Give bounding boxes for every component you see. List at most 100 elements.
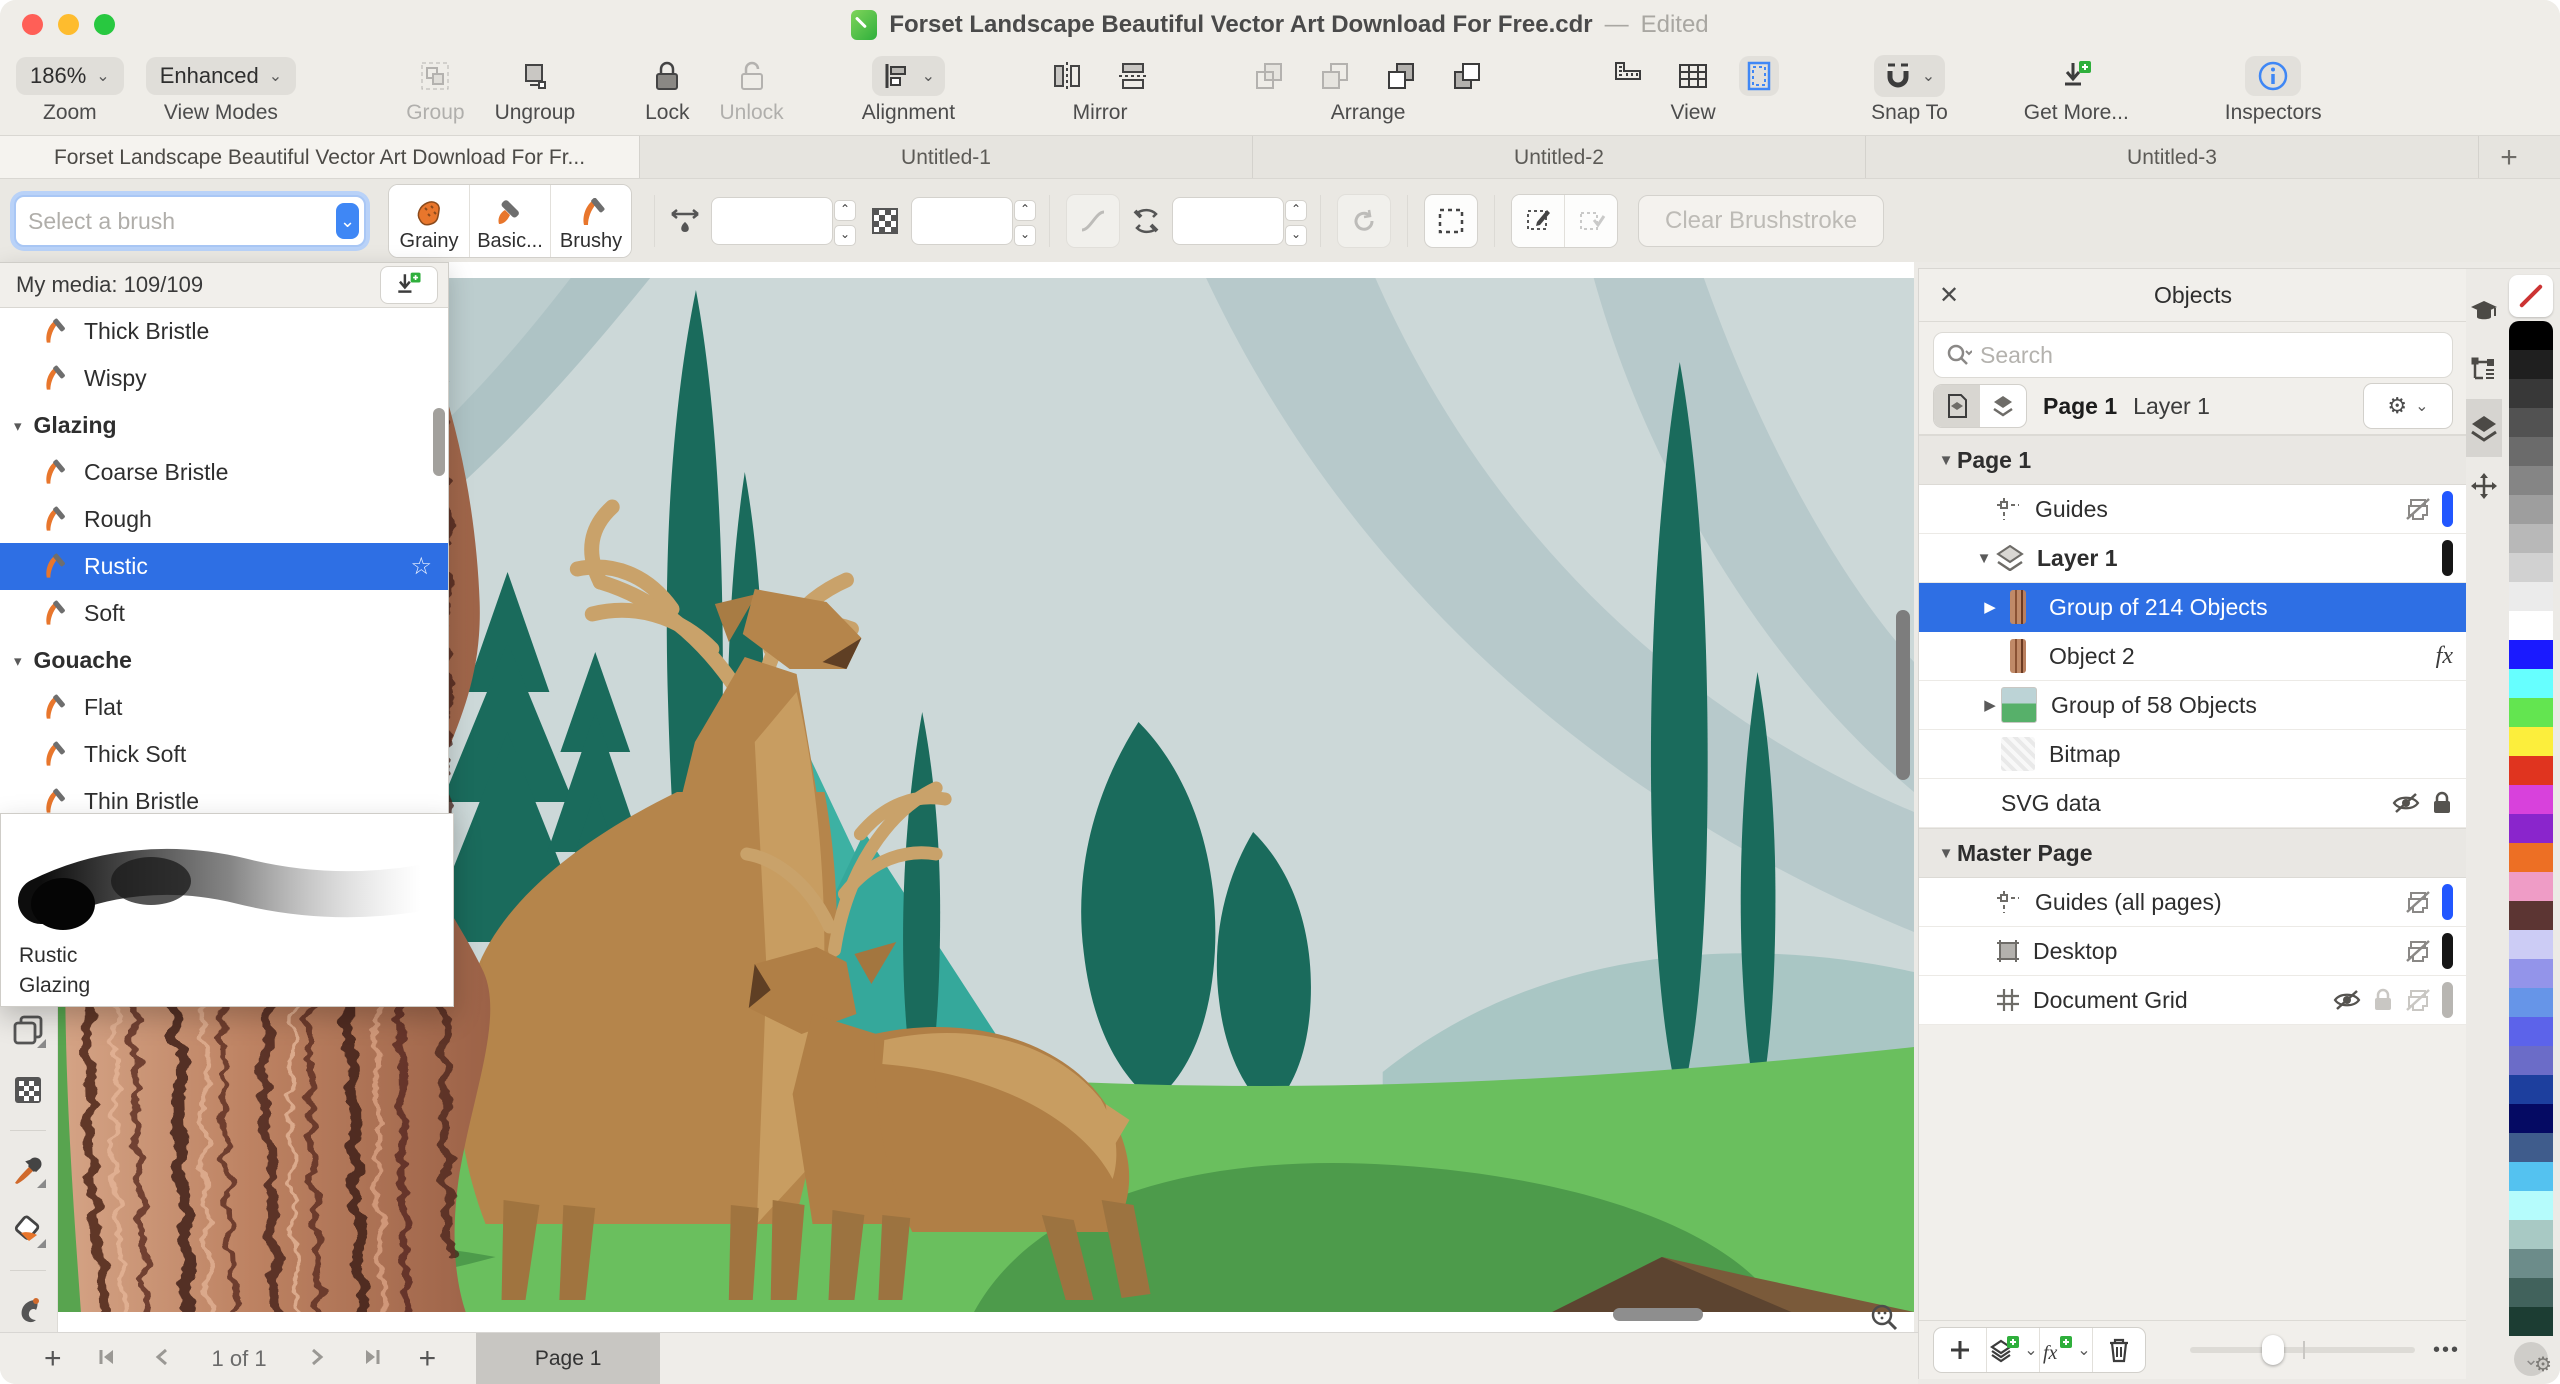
color-swatch-8a25cc[interactable] [2509,814,2553,843]
edit-brushstroke-button[interactable] [1512,195,1565,247]
brush-item-thick-soft[interactable]: Thick Soft [0,731,448,778]
color-swatch-383838[interactable] [2509,379,2553,408]
clear-brushstroke-button[interactable]: Clear Brushstroke [1638,195,1884,247]
layer-view-toggle[interactable] [1980,385,2026,427]
color-swatch-ed6f24[interactable] [2509,843,2553,872]
more-options-button[interactable]: ••• [2433,1339,2460,1362]
brush-section-gouache[interactable]: ▾Gouache [0,637,448,684]
step-down-button[interactable]: ⌄ [1285,225,1307,246]
color-swatch-1c3d33[interactable] [2509,1307,2553,1336]
color-swatch-63e550[interactable] [2509,698,2553,727]
learn-inspector-button[interactable] [2466,283,2502,341]
view-mode-dropdown[interactable]: Enhanced⌄ [146,57,297,95]
brush-item-rustic[interactable]: Rustic☆ [0,543,448,590]
layer-options-button[interactable]: ⚙⌄ [2363,383,2453,429]
tree-row-document-grid[interactable]: Document Grid [1919,976,2467,1025]
get-more-button[interactable] [2056,56,2096,96]
no-print-icon[interactable] [2404,938,2432,964]
color-swatch-525252[interactable] [2509,408,2553,437]
tree-row-desktop[interactable]: Desktop [1919,927,2467,976]
step-up-button[interactable]: ⌃ [1285,200,1307,221]
page-view-toggle[interactable] [1934,385,1980,427]
first-page-button[interactable] [96,1347,118,1372]
brush-item-coarse-bristle[interactable]: Coarse Bristle [0,449,448,496]
eyedropper-tool-button[interactable] [8,1150,48,1190]
palette-settings-gear-icon[interactable]: ⚙ [2534,1352,2552,1377]
tree-row-guides-all-pages[interactable]: Guides (all pages) [1919,878,2467,927]
search-input[interactable] [1978,341,2440,370]
no-print-icon[interactable] [2404,987,2432,1013]
disclosure-down-icon[interactable]: ▼ [1973,550,1995,567]
alignment-dropdown[interactable]: ⌄ [872,56,945,96]
color-swatch-5c3533[interactable] [2509,901,2553,930]
no-print-icon[interactable] [2404,496,2432,522]
color-swatch-ef9cc6[interactable] [2509,872,2553,901]
color-swatch-ccccf5[interactable] [2509,930,2553,959]
color-swatch-1a1aff[interactable] [2509,640,2553,669]
color-swatch-ebebeb[interactable] [2509,582,2553,611]
new-document-tab-button[interactable]: + [2479,136,2539,179]
slider-thumb[interactable] [2262,1335,2284,1365]
brush-select-combo[interactable]: ⌄ [14,195,366,247]
stroke-width-field[interactable]: ⌃⌄ [711,197,833,245]
objects-inspector-button[interactable] [2466,399,2502,457]
brush-item-thick-bristle[interactable]: Thick Bristle [0,308,448,355]
step-up-button[interactable]: ⌃ [834,200,856,221]
group-button[interactable] [415,56,455,96]
step-up-button[interactable]: ⌃ [1014,200,1036,221]
canvas-vertical-scrollbar[interactable] [1896,610,1910,780]
tree-row-svg-data[interactable]: SVG data [1919,779,2467,828]
delete-object-button[interactable] [2093,1328,2145,1372]
tree-header-page-1[interactable]: ▼Page 1 [1919,435,2467,485]
color-swatch-050a63[interactable] [2509,1104,2553,1133]
reset-rotation-button[interactable] [1337,194,1391,248]
color-swatch-e0341f[interactable] [2509,756,2553,785]
color-swatch-000000[interactable] [2509,321,2553,350]
step-down-button[interactable]: ⌄ [1014,225,1036,246]
color-swatch-3f5c8c[interactable] [2509,1133,2553,1162]
marquee-select-button[interactable] [1424,194,1478,248]
hidden-eye-icon[interactable] [2391,791,2421,815]
lock-icon[interactable] [2431,790,2453,816]
last-page-button[interactable] [361,1347,383,1372]
color-swatch-1f1f1f[interactable] [2509,350,2553,379]
objects-search-field[interactable] [1933,332,2453,378]
position-inspector-button[interactable] [2466,457,2502,515]
color-swatch-858585[interactable] [2509,466,2553,495]
to-back-button[interactable] [1447,56,1487,96]
apply-brushstroke-button[interactable] [1565,195,1617,247]
color-swatch-d841dc[interactable] [2509,785,2553,814]
inspectors-button[interactable] [2245,56,2301,96]
preset-grainy-button[interactable]: Grainy [389,185,470,257]
properties-inspector-button[interactable] [2466,341,2502,399]
smudge-tool-button[interactable] [8,1290,48,1330]
lock-icon[interactable] [2372,987,2394,1013]
color-swatch-6b6cc8[interactable] [2509,1046,2553,1075]
close-window-button[interactable] [22,14,43,35]
transparency-field[interactable]: ⌃⌄ [911,197,1013,245]
no-print-icon[interactable] [2404,889,2432,915]
import-brushes-button[interactable] [380,266,438,304]
tree-row-layer-1[interactable]: ▼Layer 1 [1919,534,2467,583]
new-effect-button[interactable]: fx⌄ [2040,1328,2093,1372]
color-swatch-6695e8[interactable] [2509,988,2553,1017]
unlock-button[interactable] [732,56,772,96]
new-object-button[interactable] [1934,1328,1987,1372]
tree-row-group-of-214-objects[interactable]: ▶Group of 214 Objects [1919,583,2467,632]
page-border-view-button[interactable] [1739,56,1779,96]
color-swatch-9e9e9e[interactable] [2509,495,2553,524]
brush-item-rough[interactable]: Rough [0,496,448,543]
add-page-button[interactable]: + [419,1342,437,1376]
transparency-tool-button[interactable] [8,1070,48,1110]
snap-to-dropdown[interactable]: ⌄ [1874,55,1945,97]
brush-item-flat[interactable]: Flat [0,684,448,731]
document-tab-untitled-1[interactable]: Untitled-1 [640,136,1253,179]
brush-section-glazing[interactable]: ▾Glazing [0,402,448,449]
rulers-button[interactable] [1607,56,1647,96]
preset-basic-button[interactable]: Basic... [470,185,551,257]
document-tab-untitled-2[interactable]: Untitled-2 [1253,136,1866,179]
step-down-button[interactable]: ⌄ [834,225,856,246]
disclosure-down-icon[interactable]: ▼ [1935,452,1957,469]
disclosure-down-icon[interactable]: ▼ [1935,845,1957,862]
brush-item-soft[interactable]: Soft [0,590,448,637]
